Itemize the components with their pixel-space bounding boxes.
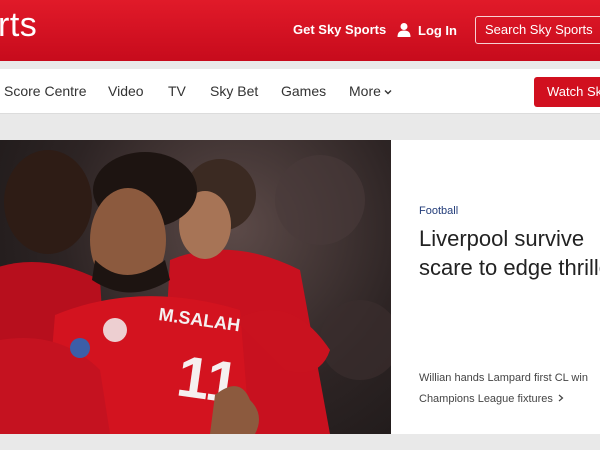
fixtures-link[interactable]: Champions League fixtures xyxy=(419,393,564,405)
sky-sports-logo[interactable]: rts xyxy=(0,6,37,45)
nav-more-label: More xyxy=(349,83,381,99)
hero-article[interactable]: M.SALAH 11 Football Liverpool survive sc… xyxy=(0,140,600,434)
nav-tv[interactable]: TV xyxy=(168,83,186,99)
nav-games[interactable]: Games xyxy=(281,83,326,99)
login-label: Log In xyxy=(418,22,457,38)
article-category[interactable]: Football xyxy=(419,205,458,217)
login-link[interactable]: Log In xyxy=(396,20,457,40)
nav-more[interactable]: More xyxy=(349,83,392,99)
get-sky-sports-link[interactable]: Get Sky Sports xyxy=(293,22,386,37)
fixtures-label: Champions League fixtures xyxy=(419,393,553,405)
chevron-down-icon xyxy=(384,90,392,95)
hero-photo[interactable]: M.SALAH 11 xyxy=(0,140,391,434)
nav-sky-bet[interactable]: Sky Bet xyxy=(210,83,258,99)
user-icon xyxy=(397,23,411,37)
site-header: rts Get Sky Sports Log In Search Sky Spo… xyxy=(0,0,600,61)
search-input[interactable]: Search Sky Sports xyxy=(475,16,600,44)
main-nav: Score Centre Video TV Sky Bet Games More… xyxy=(0,69,600,114)
chevron-right-icon xyxy=(558,394,564,402)
watch-sky-sports-button[interactable]: Watch Sk xyxy=(534,77,600,107)
article-headline[interactable]: Liverpool survive scare to edge thriller xyxy=(419,224,600,282)
nav-video[interactable]: Video xyxy=(108,83,144,99)
hero-text: Football Liverpool survive scare to edge… xyxy=(419,140,600,434)
players-celebrating-illustration: M.SALAH 11 xyxy=(0,150,391,434)
nav-score-centre[interactable]: Score Centre xyxy=(4,83,86,99)
related-article-link[interactable]: Willian hands Lampard first CL win xyxy=(419,372,600,384)
search-placeholder: Search Sky Sports xyxy=(485,22,593,37)
